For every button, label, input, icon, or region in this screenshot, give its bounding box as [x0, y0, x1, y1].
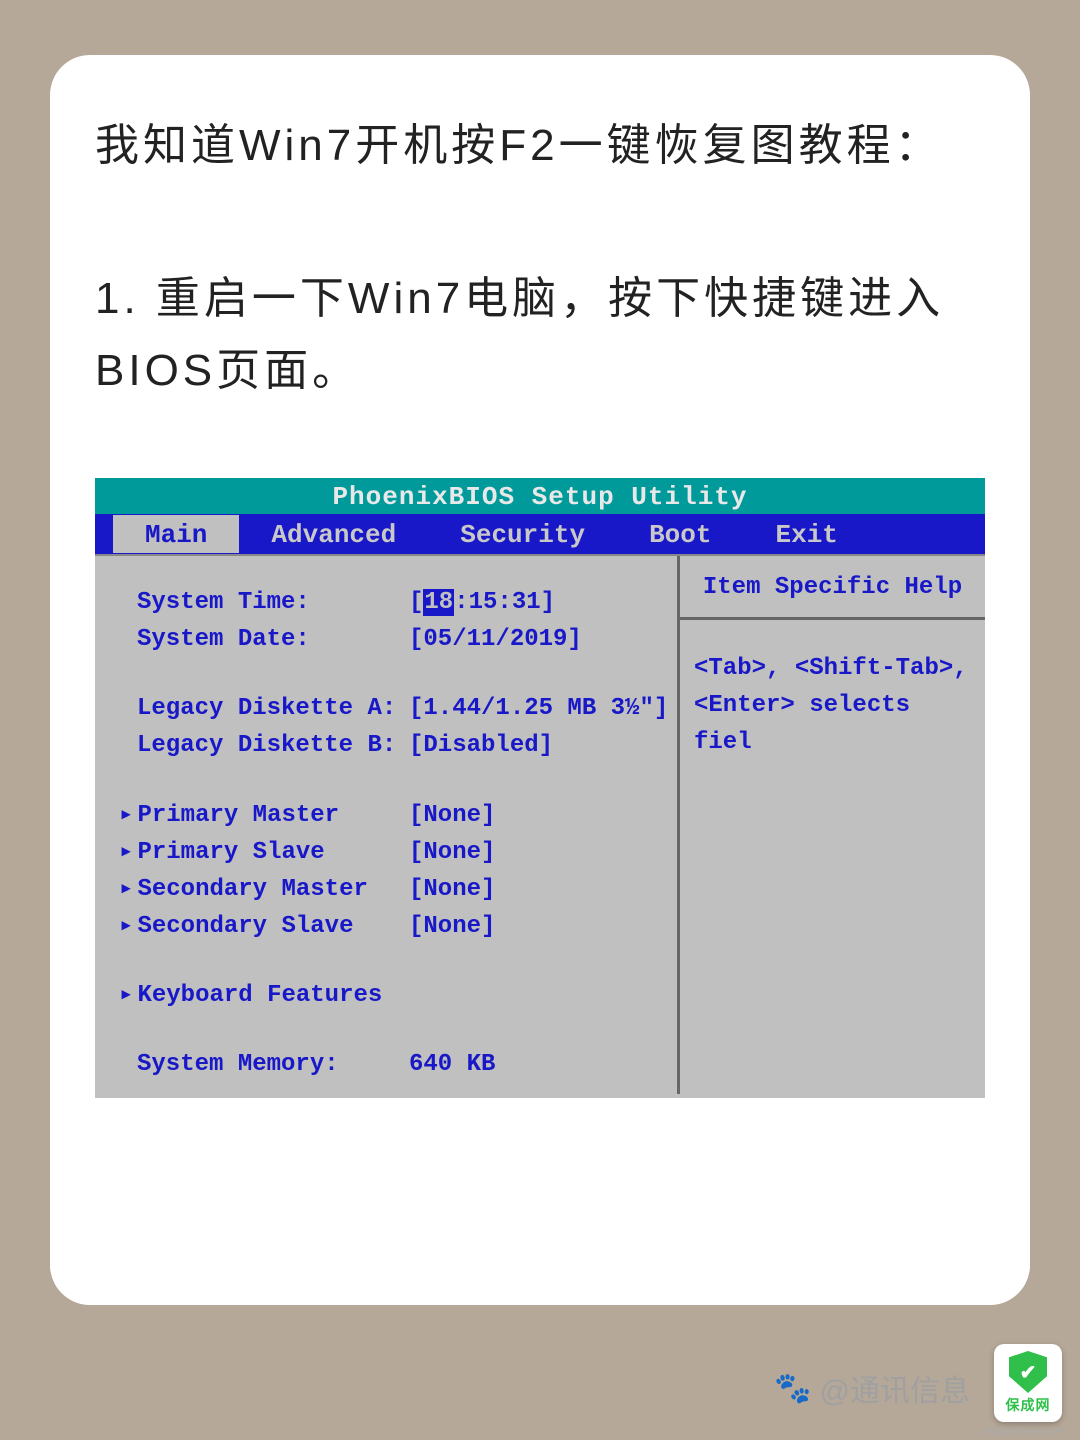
diskette-a-label: Legacy Diskette A: [119, 690, 409, 727]
article-title: 我知道Win7开机按F2一键恢复图教程： [95, 110, 985, 183]
row-system-memory: System Memory: 640 KB [119, 1046, 669, 1083]
shield-icon [1009, 1351, 1047, 1393]
bios-main-panel: System Time: [18:15:31] System Date: [05… [95, 556, 680, 1094]
row-primary-master[interactable]: Primary Master [None] [119, 797, 669, 834]
primary-slave-value: [None] [409, 834, 669, 871]
menu-main[interactable]: Main [113, 515, 239, 553]
diskette-a-value: [1.44/1.25 MB 3½"] [409, 690, 669, 727]
diskette-b-value: [Disabled] [409, 727, 669, 764]
help-header: Item Specific Help [680, 556, 985, 620]
system-time-label: System Time: [119, 584, 409, 621]
row-system-time[interactable]: System Time: [18:15:31] [119, 584, 669, 621]
diskette-b-label: Legacy Diskette B: [119, 727, 409, 764]
bios-menubar: Main Advanced Security Boot Exit [95, 514, 985, 554]
row-secondary-master[interactable]: Secondary Master [None] [119, 871, 669, 908]
system-memory-value: 640 KB [409, 1046, 669, 1083]
menu-exit[interactable]: Exit [744, 515, 870, 553]
primary-master-label: Primary Master [119, 797, 409, 834]
secondary-master-label: Secondary Master [119, 871, 409, 908]
bios-utility-title: PhoenixBIOS Setup Utility [95, 478, 985, 514]
menu-advanced[interactable]: Advanced [239, 515, 428, 553]
help-line-1: <Tab>, <Shift-Tab>, [694, 650, 971, 687]
menu-boot[interactable]: Boot [617, 515, 743, 553]
help-line-2: <Enter> selects fiel [694, 687, 971, 761]
article-card: 我知道Win7开机按F2一键恢复图教程： 1. 重启一下Win7电脑，按下快捷键… [50, 55, 1030, 1305]
article-step-1: 1. 重启一下Win7电脑，按下快捷键进入BIOS页面。 [95, 263, 985, 408]
paw-icon: 🐾 [774, 1371, 811, 1406]
bios-help-panel: Item Specific Help <Tab>, <Shift-Tab>, <… [680, 556, 985, 1094]
row-diskette-a[interactable]: Legacy Diskette A: [1.44/1.25 MB 3½"] [119, 690, 669, 727]
bios-screenshot: PhoenixBIOS Setup Utility Main Advanced … [95, 478, 985, 1098]
system-date-value: [05/11/2019] [409, 621, 669, 658]
secondary-master-value: [None] [409, 871, 669, 908]
row-primary-slave[interactable]: Primary Slave [None] [119, 834, 669, 871]
site-badge-domain: zsbaocheng.net [984, 1426, 1062, 1438]
site-badge-name: 保成网 [1006, 1395, 1051, 1415]
primary-slave-label: Primary Slave [119, 834, 409, 871]
secondary-slave-value: [None] [409, 908, 669, 945]
help-body: <Tab>, <Shift-Tab>, <Enter> selects fiel [680, 620, 985, 762]
row-keyboard-features[interactable]: Keyboard Features [119, 977, 669, 1014]
system-memory-label: System Memory: [119, 1046, 409, 1083]
attribution-watermark: 🐾 @通讯信息 [774, 1366, 970, 1410]
bios-body: System Time: [18:15:31] System Date: [05… [95, 554, 985, 1094]
menu-security[interactable]: Security [428, 515, 617, 553]
keyboard-features-label: Keyboard Features [119, 977, 409, 1014]
system-date-label: System Date: [119, 621, 409, 658]
primary-master-value: [None] [409, 797, 669, 834]
row-diskette-b[interactable]: Legacy Diskette B: [Disabled] [119, 727, 669, 764]
system-time-rest: :15:31] [454, 589, 555, 616]
attribution-handle: @通讯信息 [820, 1366, 970, 1410]
row-secondary-slave[interactable]: Secondary Slave [None] [119, 908, 669, 945]
system-time-hour-selected: 18 [423, 589, 454, 616]
row-system-date[interactable]: System Date: [05/11/2019] [119, 621, 669, 658]
secondary-slave-label: Secondary Slave [119, 908, 409, 945]
system-time-value: [18:15:31] [409, 584, 669, 621]
site-badge: 保成网 zsbaocheng.net [994, 1344, 1062, 1422]
